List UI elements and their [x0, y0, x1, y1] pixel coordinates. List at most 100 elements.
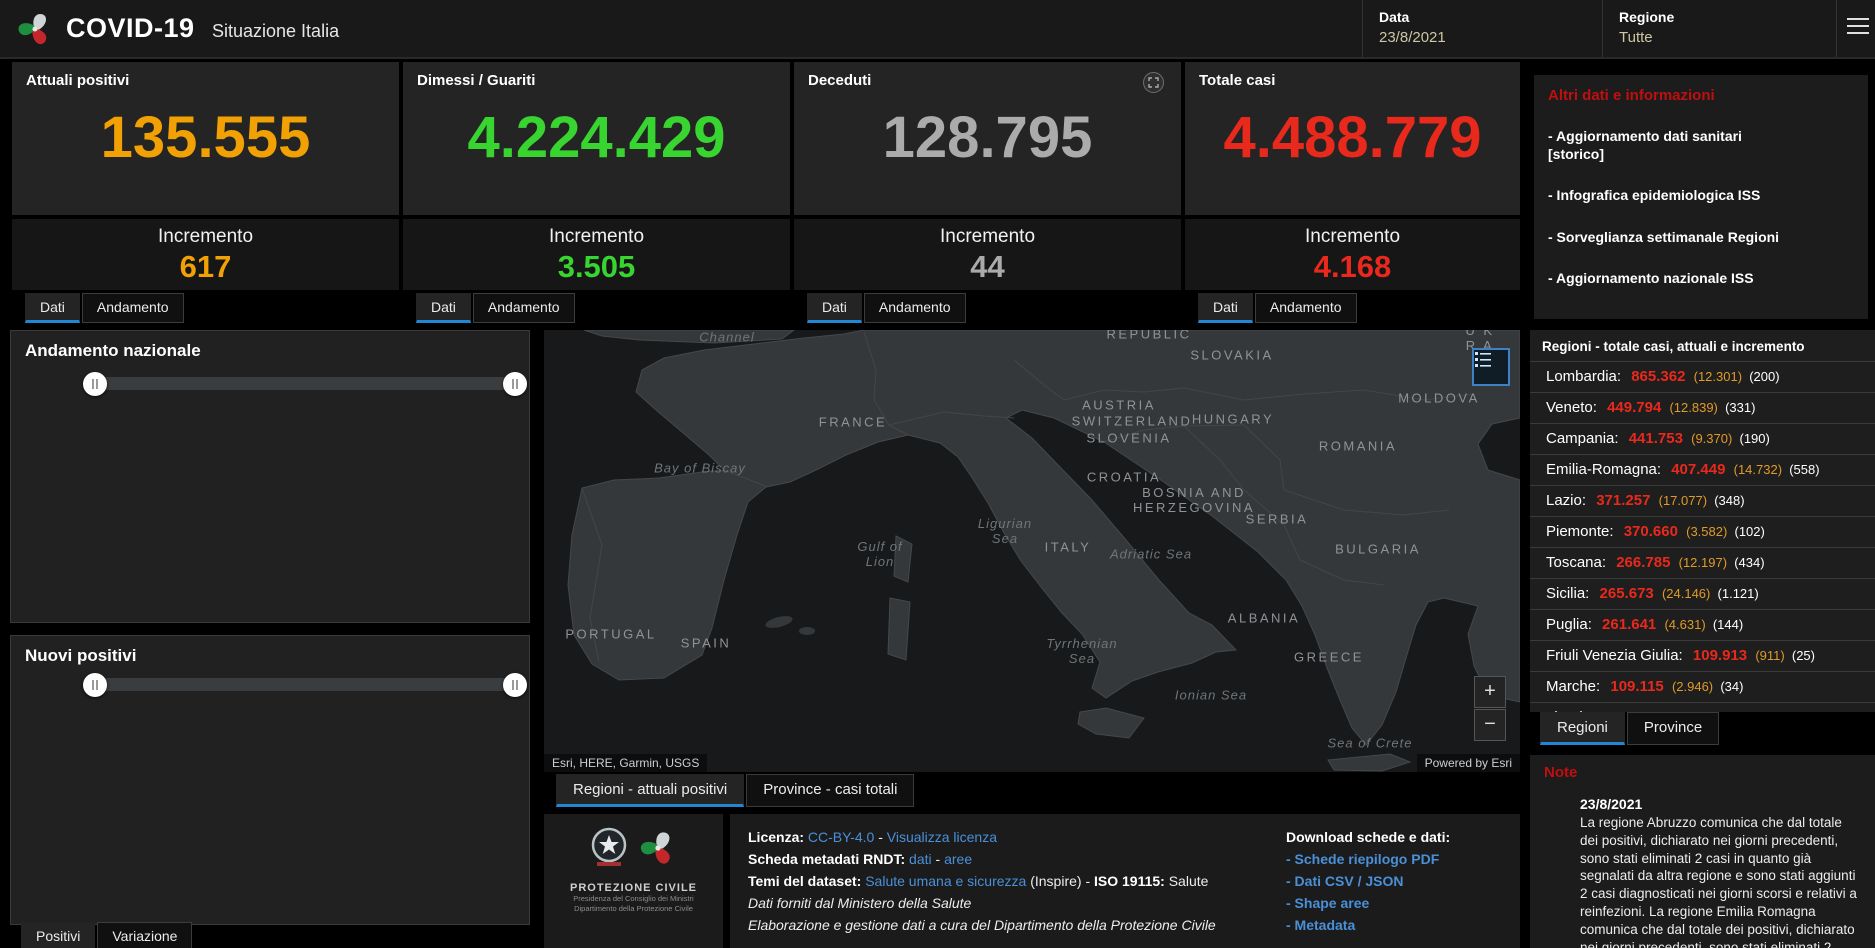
- andamento-nazionale-panel: Andamento nazionale: [10, 330, 530, 623]
- stat-card-top: Deceduti 128.795: [794, 62, 1181, 215]
- region-active: (24.146): [1662, 586, 1710, 601]
- map-sea-label: Ionian Sea: [1175, 688, 1247, 703]
- stat-card-tabs: Dati Andamento: [1198, 293, 1357, 323]
- altri-dati-title: Altri dati e informazioni: [1548, 87, 1854, 104]
- download-link[interactable]: - Shape aree: [1286, 892, 1512, 914]
- date-value: 23/8/2021: [1379, 29, 1602, 46]
- altri-dati-link[interactable]: - Infografica epidemiologica ISS: [1548, 186, 1854, 204]
- date-label: Data: [1379, 9, 1602, 25]
- map-country-label: BULGARIA: [1335, 542, 1421, 557]
- salute-umana-link[interactable]: Salute umana e sicurezza: [865, 873, 1026, 889]
- region-row: Sicilia: 265.673 (24.146) (1.121): [1530, 578, 1875, 609]
- tab-variazione[interactable]: Variazione: [97, 922, 192, 948]
- nuovi-positivi-panel: Nuovi positivi: [10, 635, 530, 925]
- download-title: Download schede e dati:: [1286, 826, 1512, 848]
- header-region-selector[interactable]: Regione Tutte: [1602, 0, 1836, 57]
- region-row: Toscana: 266.785 (12.197) (434): [1530, 547, 1875, 578]
- map-country-label: SLOVENIA: [1086, 431, 1171, 446]
- header-date-selector[interactable]: Data 23/8/2021: [1362, 0, 1602, 57]
- map-country-label: SWITZERLAND: [1072, 414, 1193, 429]
- tab-positivi[interactable]: Positivi: [21, 922, 95, 948]
- app-header: COVID-19 Situazione Italia Data 23/8/202…: [0, 0, 1875, 59]
- regions-title: Regioni - totale casi, attuali e increme…: [1530, 330, 1875, 361]
- altri-dati-link[interactable]: - Aggiornamento dati sanitari [storico]: [1548, 127, 1854, 163]
- region-active: (2.946): [1672, 679, 1713, 694]
- altri-dati-link[interactable]: - Aggiornamento nazionale ISS: [1548, 269, 1854, 287]
- tab-dati[interactable]: Dati: [416, 293, 471, 323]
- download-link[interactable]: - Dati CSV / JSON: [1286, 870, 1512, 892]
- increment-label: Incremento: [12, 226, 399, 248]
- tab-province[interactable]: Province: [1627, 712, 1719, 745]
- tab-andamento[interactable]: Andamento: [864, 293, 966, 323]
- region-active: (14.732): [1734, 462, 1782, 477]
- map-country-label: ROMANIA: [1319, 439, 1397, 454]
- altri-dati-link[interactable]: - Sorveglianza settimanale Regioni: [1548, 228, 1854, 246]
- stat-card-top: Totale casi 4.488.779: [1185, 62, 1520, 215]
- menu-icon[interactable]: [1847, 18, 1869, 39]
- zoom-in-button[interactable]: +: [1474, 676, 1506, 708]
- tab-province-casi-totali[interactable]: Province - casi totali: [746, 774, 914, 807]
- region-increment: (57): [1716, 710, 1739, 712]
- stat-card-increment: Incremento 3.505: [403, 219, 790, 290]
- zoom-out-button[interactable]: −: [1474, 709, 1506, 741]
- region-name: Sicilia:: [1546, 585, 1589, 602]
- cc-by-link[interactable]: CC-BY-4.0: [808, 829, 874, 845]
- region-increment: (1.121): [1718, 586, 1759, 601]
- tab-dati[interactable]: Dati: [807, 293, 862, 323]
- tab-dati[interactable]: Dati: [1198, 293, 1253, 323]
- region-increment: (200): [1749, 369, 1779, 384]
- region-name: Lombardia:: [1546, 368, 1621, 385]
- map-country-label: GREECE: [1294, 650, 1364, 665]
- map-labels: REPUBLICU K R ASLOVAKIAMOLDOVAAUSTRIAHUN…: [544, 330, 1520, 772]
- tab-andamento[interactable]: Andamento: [82, 293, 184, 323]
- andamento-title: Andamento nazionale: [11, 331, 529, 361]
- tab-andamento[interactable]: Andamento: [473, 293, 575, 323]
- visualizza-licenza-link[interactable]: Visualizza licenza: [887, 829, 997, 845]
- logos-panel: PROTEZIONE CIVILE Presidenza del Consigl…: [544, 814, 723, 948]
- altri-dati-links: - Aggiornamento dati sanitari [storico] -…: [1548, 127, 1854, 287]
- region-name: Campania:: [1546, 430, 1619, 447]
- region-row: Liguria: 108.599 (2.026) (57): [1530, 702, 1875, 712]
- tab-regioni[interactable]: Regioni: [1540, 712, 1625, 745]
- tab-regioni-attuali-positivi[interactable]: Regioni - attuali positivi: [556, 774, 744, 807]
- dati-link[interactable]: dati: [909, 851, 932, 867]
- stat-card-increment: Incremento 44: [794, 219, 1181, 290]
- map-sea-label: Bay of Biscay: [654, 461, 746, 476]
- region-name: Lazio:: [1546, 492, 1586, 509]
- legend-icon[interactable]: [1472, 348, 1510, 386]
- expand-icon[interactable]: [1143, 72, 1164, 93]
- aree-link[interactable]: aree: [944, 851, 972, 867]
- map-sea-label: Gulf of Lion: [857, 539, 902, 569]
- region-increment: (144): [1713, 617, 1743, 632]
- tab-dati[interactable]: Dati: [25, 293, 80, 323]
- region-row: Emilia-Romagna: 407.449 (14.732) (558): [1530, 454, 1875, 485]
- increment-value: 3.505: [403, 249, 790, 285]
- region-name: Toscana:: [1546, 554, 1606, 571]
- region-row: Friuli Venezia Giulia: 109.913 (911) (25…: [1530, 640, 1875, 671]
- stat-card-increment: Incremento 4.168: [1185, 219, 1520, 290]
- region-increment: (348): [1714, 493, 1744, 508]
- region-row: Lombardia: 865.362 (12.301) (200): [1530, 361, 1875, 392]
- tab-andamento[interactable]: Andamento: [1255, 293, 1357, 323]
- app-title: COVID-19: [66, 13, 195, 44]
- logos-sub2: Dipartimento della Protezione Civile: [544, 904, 723, 914]
- map-tabs: Regioni - attuali positivi Province - ca…: [556, 774, 914, 807]
- map-country-label: SPAIN: [681, 636, 732, 651]
- download-link[interactable]: - Schede riepilogo PDF: [1286, 848, 1512, 870]
- regions-tabs: Regioni Province: [1540, 712, 1719, 745]
- license-panel: Licenza: CC-BY-4.0 - Visualizza licenza …: [730, 814, 1520, 948]
- map[interactable]: REPUBLICU K R ASLOVAKIAMOLDOVAAUSTRIAHUN…: [544, 330, 1520, 772]
- region-row: Campania: 441.753 (9.370) (190): [1530, 423, 1875, 454]
- map-sea-label: Adriatic Sea: [1110, 547, 1192, 562]
- stat-card-tabs: Dati Andamento: [807, 293, 966, 323]
- region-row: Marche: 109.115 (2.946) (34): [1530, 671, 1875, 702]
- note-title: Note: [1544, 764, 1861, 781]
- download-link[interactable]: - Metadata: [1286, 914, 1512, 936]
- increment-label: Incremento: [794, 226, 1181, 248]
- licenza-label: Licenza:: [748, 829, 804, 845]
- region-name: Piemonte:: [1546, 523, 1614, 540]
- map-attribution: Esri, HERE, Garmin, USGS: [544, 754, 707, 772]
- map-sea-label: Tyrrhenian Sea: [1046, 636, 1117, 666]
- region-total: 449.794: [1607, 399, 1661, 416]
- region-active: (3.582): [1686, 524, 1727, 539]
